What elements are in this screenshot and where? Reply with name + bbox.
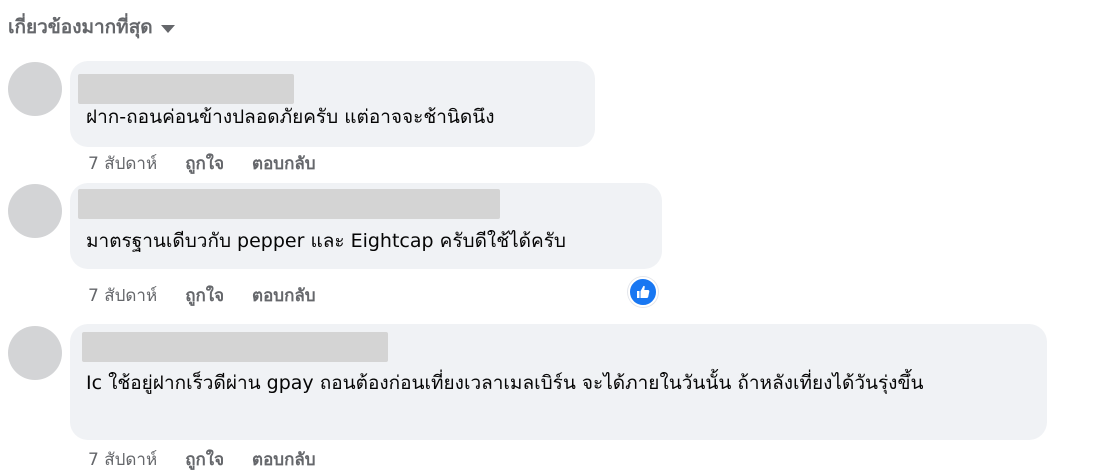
- avatar[interactable]: [8, 62, 62, 116]
- comment-text: ฝาก-ถอนค่อนข้างปลอดภัยครับ แต่อาจจะช้านิ…: [86, 106, 495, 128]
- comment-actions: 7 สัปดาห์ ถูกใจ ตอบกลับ: [88, 150, 316, 177]
- caret-down-icon: [160, 24, 175, 33]
- like-button[interactable]: ถูกใจ: [185, 282, 224, 309]
- sort-label: เกี่ยวข้องมากที่สุด: [8, 16, 153, 38]
- thumbs-up-icon: [637, 285, 650, 298]
- comment-bubble: Ic ใช้อยู่ฝากเร็วดีผ่าน gpay ถอนต้องก่อน…: [70, 324, 1047, 440]
- commenter-name-redacted[interactable]: [78, 74, 294, 104]
- commenter-name-redacted[interactable]: [82, 332, 388, 362]
- reply-button[interactable]: ตอบกลับ: [252, 446, 316, 473]
- like-button[interactable]: ถูกใจ: [185, 446, 224, 473]
- avatar[interactable]: [8, 326, 62, 380]
- commenter-name-redacted[interactable]: [78, 189, 500, 219]
- comment-actions: 7 สัปดาห์ ถูกใจ ตอบกลับ: [88, 446, 316, 473]
- comment-text: มาตรฐานเดีบวกับ pepper และ Eightcap ครับ…: [86, 230, 566, 252]
- avatar[interactable]: [8, 184, 62, 238]
- comment-text: Ic ใช้อยู่ฝากเร็วดีผ่าน gpay ถอนต้องก่อน…: [86, 372, 924, 394]
- comment-actions: 7 สัปดาห์ ถูกใจ ตอบกลับ: [88, 282, 316, 309]
- like-button[interactable]: ถูกใจ: [185, 150, 224, 177]
- sort-dropdown[interactable]: เกี่ยวข้องมากที่สุด: [8, 12, 175, 42]
- comment-timestamp[interactable]: 7 สัปดาห์: [88, 282, 157, 309]
- like-reaction-icon[interactable]: [628, 277, 658, 307]
- reply-button[interactable]: ตอบกลับ: [252, 150, 316, 177]
- comment-timestamp[interactable]: 7 สัปดาห์: [88, 446, 157, 473]
- comment-timestamp[interactable]: 7 สัปดาห์: [88, 150, 157, 177]
- reply-button[interactable]: ตอบกลับ: [252, 282, 316, 309]
- comment-bubble: มาตรฐานเดีบวกับ pepper และ Eightcap ครับ…: [70, 183, 662, 269]
- comment-bubble: ฝาก-ถอนค่อนข้างปลอดภัยครับ แต่อาจจะช้านิ…: [70, 61, 595, 147]
